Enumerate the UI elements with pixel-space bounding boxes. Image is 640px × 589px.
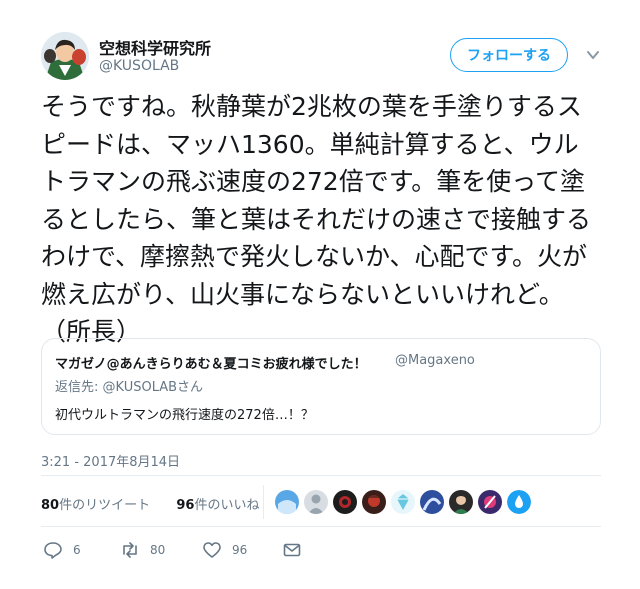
quoted-author-name: マガゼノ@あんきらりあむ＆夏コミお疲れ様でした！ — [55, 357, 367, 372]
retweet-count: 80 — [150, 543, 166, 557]
like-stat-label: 件のいいね — [194, 498, 260, 513]
liker-avatar[interactable] — [507, 490, 531, 514]
tweet-card: 空想科学研究所 @KUSOLAB フォローする そうですね。秋静葉が2兆枚の葉を… — [0, 0, 640, 589]
quoted-text: 初代ウルトラマンの飛行速度の272倍…！？ — [55, 408, 314, 423]
like-action[interactable]: 96 — [202, 540, 247, 560]
reply-icon — [44, 542, 62, 559]
like-stat-count: 96 — [176, 498, 195, 513]
chevron-down-icon[interactable] — [586, 47, 600, 61]
liker-avatar[interactable] — [478, 490, 502, 514]
liker-avatar[interactable] — [449, 490, 473, 514]
direct-message-action[interactable] — [282, 540, 312, 560]
liker-avatar[interactable] — [391, 490, 415, 514]
reply-count: 6 — [73, 543, 81, 557]
retweet-stat[interactable]: 80件のリツイート — [41, 498, 150, 513]
retweet-stat-label: 件のリツイート — [59, 498, 151, 513]
liker-avatar[interactable] — [333, 490, 357, 514]
stats-divider — [263, 485, 264, 519]
author-name[interactable]: 空想科学研究所 — [99, 35, 211, 59]
retweet-icon — [123, 542, 137, 558]
tweet-timestamp[interactable]: 3:21 - 2017年8月14日 — [41, 451, 180, 470]
liker-avatar[interactable] — [362, 490, 386, 514]
retweet-action[interactable]: 80 — [120, 540, 165, 560]
like-stat[interactable]: 96件のいいね — [176, 498, 259, 513]
heart-icon — [203, 542, 221, 558]
engagement-stats: 80件のリツイート 96件のいいね — [41, 494, 260, 513]
divider — [41, 526, 601, 527]
liker-avatar[interactable] — [304, 490, 328, 514]
quoted-reply-to: 返信先: @KUSOLABさん — [55, 380, 204, 395]
liker-avatar[interactable] — [420, 490, 444, 514]
like-count: 96 — [232, 543, 248, 557]
divider — [41, 475, 601, 476]
quoted-tweet[interactable]: マガゼノ@あんきらりあむ＆夏コミお疲れ様でした！ @Magaxeno 返信先: … — [41, 338, 601, 435]
quoted-author-handle: @Magaxeno — [395, 353, 475, 368]
retweet-stat-count: 80 — [41, 498, 60, 513]
author-avatar[interactable] — [41, 32, 89, 80]
reply-action[interactable]: 6 — [43, 540, 81, 560]
mail-icon — [283, 543, 301, 557]
follow-button[interactable]: フォローする — [450, 38, 568, 72]
tweet-text: そうですね。秋静葉が2兆枚の葉を手塗りするスピードは、マッハ1360。単純計算す… — [41, 92, 592, 346]
liker-avatar[interactable] — [275, 490, 299, 514]
author-handle[interactable]: @KUSOLAB — [99, 58, 179, 74]
